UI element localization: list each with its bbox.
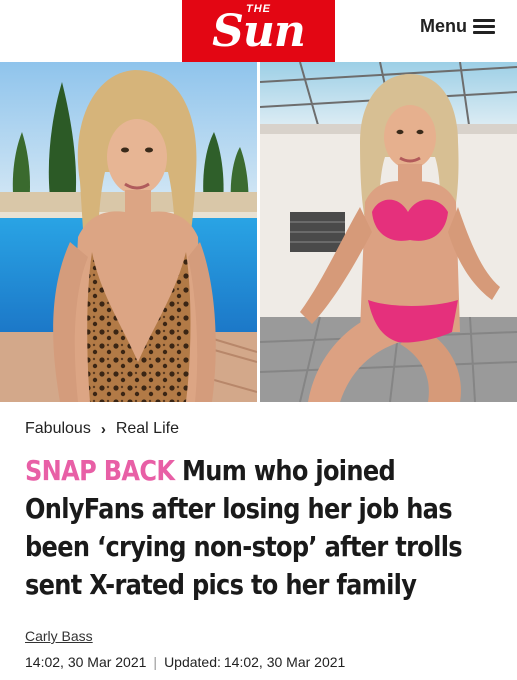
menu-button[interactable]: Menu xyxy=(420,16,495,37)
breadcrumb-subsection-link[interactable]: Real Life xyxy=(116,420,179,438)
site-header: THE Sun Menu xyxy=(0,0,517,62)
hero-photo-left[interactable] xyxy=(0,62,257,402)
breadcrumb-section-link[interactable]: Fabulous xyxy=(25,420,91,438)
breadcrumb: Fabulous › Real Life xyxy=(25,420,179,438)
the-sun-logo[interactable]: THE Sun xyxy=(182,0,335,62)
woman-leopard-swimsuit-photo-icon xyxy=(0,62,257,402)
updated-label: Updated: xyxy=(164,654,221,670)
published-time: 14:02, 30 Mar 2021 xyxy=(25,654,147,670)
headline-kicker: SNAP BACK xyxy=(25,454,175,487)
updated-time: 14:02, 30 Mar 2021 xyxy=(223,654,346,670)
chevron-right-icon: › xyxy=(100,420,106,438)
hero-photos xyxy=(0,62,517,402)
hero-photo-right[interactable] xyxy=(260,62,517,402)
article-dateline: 14:02, 30 Mar 2021 | Updated: 14:02, 30 … xyxy=(25,654,345,670)
hamburger-icon xyxy=(473,18,495,35)
menu-label: Menu xyxy=(420,16,467,36)
article-page: THE Sun Menu Fabulous › Real Life SNAP B… xyxy=(0,0,517,680)
article-headline: SNAP BACK Mum who joined OnlyFans after … xyxy=(25,452,507,604)
date-separator: | xyxy=(153,654,158,670)
logo-main-text: Sun xyxy=(212,6,306,57)
woman-pink-bikini-photo-icon xyxy=(260,62,517,402)
author-link[interactable]: Carly Bass xyxy=(25,628,93,644)
